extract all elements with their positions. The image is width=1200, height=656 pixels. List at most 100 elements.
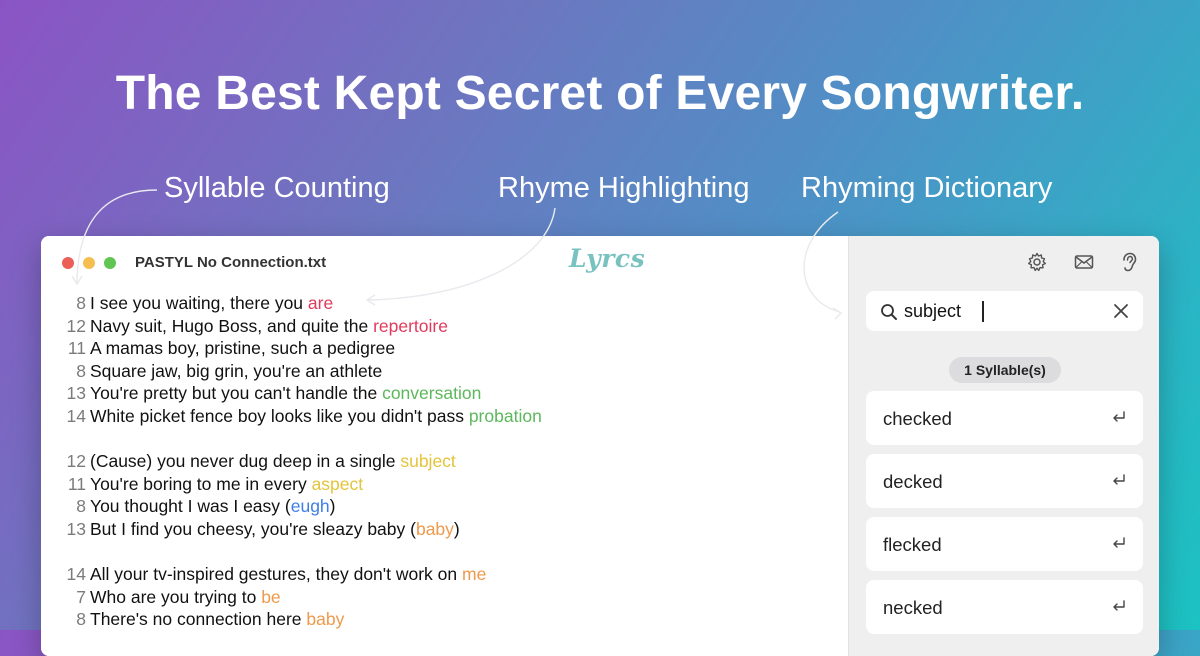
syllable-count: 11 [67,473,86,494]
rhyme-highlight: are [307,293,334,313]
rhyme-search-input[interactable] [904,297,1104,325]
feature-label-rhyme-highlighting: Rhyme Highlighting [498,172,750,204]
syllable-count: 8 [76,609,86,630]
lyric-plain-text: I see you waiting, there you [90,293,308,313]
lyric-line[interactable]: 11 You're boring to me in every aspect [41,473,848,496]
minimize-window-button[interactable] [83,257,95,269]
lyric-line[interactable]: 12 (Cause) you never dug deep in a single… [41,450,848,473]
lyric-plain-text: All your tv-inspired gestures, they don'… [90,564,462,585]
lyric-line[interactable]: 8I see you waiting, there you are [41,292,848,315]
feature-label-syllable-counting: Syllable Counting [164,172,390,204]
mail-icon[interactable] [1074,252,1094,272]
headline: The Best Kept Secret of Every Songwriter… [115,67,1085,120]
syllable-count: 12 [66,315,86,336]
return-icon[interactable] [1111,472,1127,488]
app-window: PASTYL No Connection.txt Lyrcs 8I see yo… [41,236,1159,656]
syllable-count: 13 [66,383,86,404]
return-icon[interactable] [1111,598,1127,614]
rhyme-highlight: me [462,564,487,585]
lyric-line[interactable]: 7 Who are you trying to be [41,586,848,609]
lyric-text: You're boring to me in every aspect [90,473,363,496]
rhyme-highlight: be [261,586,281,607]
lyric-text: A mamas boy, pristine, such a pedigree [90,337,395,360]
rhyme-result-item[interactable]: necked [866,580,1143,634]
syllable-count: 8 [76,360,86,381]
rhyme-result-word: necked [883,597,943,618]
feature-label-rhyming-dictionary: Rhyming Dictionary [801,172,1053,204]
rhyme-highlight: subject [400,451,456,472]
syllable-count: 14 [66,405,86,426]
lyric-line[interactable]: 13 But I find you cheesy, you're sleazy b… [41,518,848,541]
lyric-plain-text: A mamas boy, pristine, such a pedigree [90,338,396,359]
rhyme-result-word: decked [883,471,943,492]
lyric-text: (Cause) you never dug deep in a single s… [90,450,456,473]
lyric-trailing-text: ) [453,518,460,539]
lyric-text: You thought I was I easy (eugh) [90,495,336,518]
lyric-plain-text: Square jaw, big grin, you're an athlete [90,360,383,381]
syllable-count: 11 [67,338,86,359]
text-cursor [982,301,984,322]
rhyme-highlight: baby [306,609,345,630]
lyric-text: But I find you cheesy, you're sleazy bab… [90,518,460,541]
lyric-plain-text: White picket fence boy looks like you di… [90,405,469,426]
rhyme-result-item[interactable]: checked [866,391,1143,445]
lyric-trailing-text: ) [329,496,336,517]
file-title: PASTYL No Connection.txt [135,254,327,271]
lyric-line[interactable]: 11 A mamas boy, pristine, such a pedigree [41,337,848,360]
syllable-count: 8 [76,496,86,517]
lyric-text: Square jaw, big grin, you're an athlete [90,360,382,383]
lyric-plain-text: You're pretty but you can't handle the [90,383,383,404]
lyric-line[interactable]: 12 Navy suit, Hugo Boss, and quite the re… [41,315,848,338]
lyric-text: I see you waiting, there you are [90,292,333,315]
syllable-count: 12 [66,451,86,472]
return-icon[interactable] [1111,409,1127,425]
lyric-text: Who are you trying to be [90,586,281,609]
gear-icon[interactable] [1027,252,1047,272]
ear-icon[interactable] [1119,252,1139,272]
lyric-line[interactable]: 8 There's no connection here baby [41,608,848,631]
rhyme-search-field[interactable] [866,291,1143,331]
close-icon[interactable] [1112,302,1130,320]
rhyme-highlight: repertoire [373,315,448,336]
editor-pane[interactable]: PASTYL No Connection.txt Lyrcs 8I see yo… [41,236,848,656]
syllable-count-badge: 1 Syllable(s) [949,357,1061,383]
syllable-count: 7 [76,586,86,607]
rhyme-highlight: aspect [311,473,364,494]
lyric-line[interactable]: 8 You thought I was I easy (eugh) [41,495,848,518]
lyric-plain-text: Who are you trying to [90,586,262,607]
lyric-text: You're pretty but you can't handle the c… [90,382,481,405]
lyrics-text-area[interactable]: 8I see you waiting, there you are 12 Navy … [41,292,848,631]
lyric-plain-text: You're boring to me in every [90,473,312,494]
return-icon[interactable] [1111,535,1127,551]
rhyme-result-item[interactable]: decked [866,454,1143,508]
lyric-plain-text: Navy suit, Hugo Boss, and quite the [90,315,374,336]
syllable-count: 14 [66,564,86,585]
rhyme-highlight: conversation [382,383,482,404]
search-icon [881,304,897,320]
lyric-text: There's no connection here baby [90,608,344,631]
maximize-window-button[interactable] [104,257,116,269]
lyric-text: Navy suit, Hugo Boss, and quite the repe… [90,315,448,338]
lyric-line[interactable]: 8 Square jaw, big grin, you're an athlete [41,360,848,383]
lyric-plain-text: You thought I was I easy ( [90,496,291,517]
rhyme-highlight: probation [468,405,542,426]
rhyme-highlight: baby [415,518,454,539]
rhyme-result-word: flecked [883,534,942,555]
lyric-line[interactable]: 14 White picket fence boy looks like you … [41,405,848,428]
rhyme-result-word: checked [883,408,952,429]
lyric-plain-text: There's no connection here [90,609,307,630]
syllable-count: 8 [76,293,86,313]
lyric-line[interactable]: 14 All your tv-inspired gestures, they do… [41,563,848,586]
close-window-button[interactable] [62,257,74,269]
lyric-text: All your tv-inspired gestures, they don'… [90,563,486,586]
app-logo: Lyrcs [569,244,646,273]
lyric-line[interactable]: 13 You're pretty but you can't handle the… [41,382,848,405]
rhyme-result-item[interactable]: flecked [866,517,1143,571]
syllable-count: 13 [66,518,86,539]
lyric-plain-text: (Cause) you never dug deep in a single [90,451,401,472]
lyric-plain-text: But I find you cheesy, you're sleazy bab… [90,518,416,539]
rhyme-sidebar: 1 Syllable(s) checked decked flecked necked [848,236,1159,656]
lyric-text: White picket fence boy looks like you di… [90,405,542,428]
